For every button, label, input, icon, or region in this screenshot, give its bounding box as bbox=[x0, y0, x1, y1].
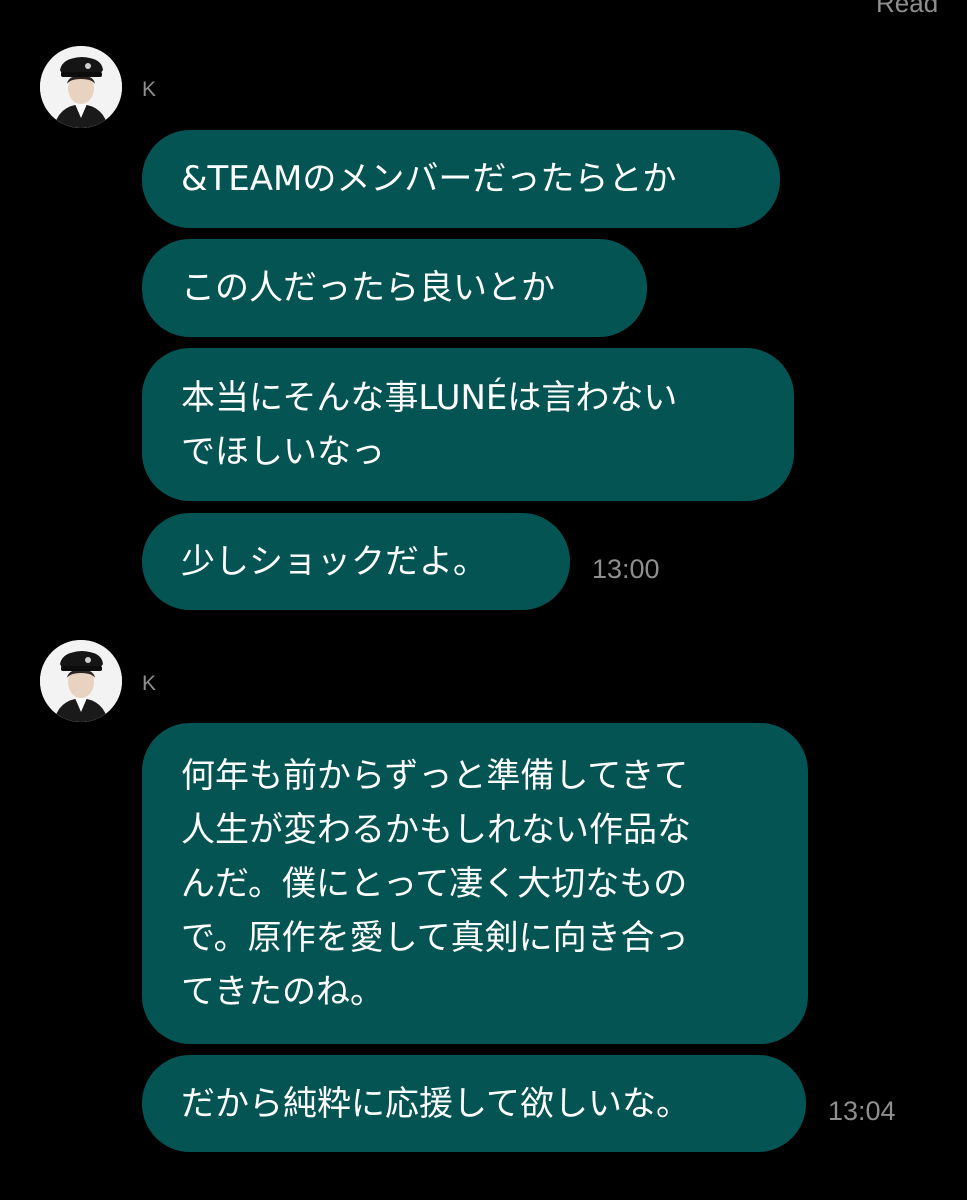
message-timestamp: 13:00 bbox=[592, 554, 660, 584]
read-receipt: Read bbox=[876, 0, 939, 18]
sender-avatar[interactable] bbox=[40, 46, 122, 128]
sender-name: K bbox=[142, 672, 157, 695]
message-bubble[interactable]: この人だったら良いとか bbox=[142, 239, 647, 337]
message-bubble[interactable]: 本当にそんな事LUNÉは言わない でほしいなっ bbox=[142, 348, 794, 501]
sender-avatar[interactable] bbox=[40, 640, 122, 722]
sender-name: K bbox=[142, 78, 157, 101]
message-bubble[interactable]: 何年も前からずっと準備してきて 人生が変わるかもしれない作品な んだ。僕にとって… bbox=[142, 723, 808, 1044]
message-bubble[interactable]: 少しショックだよ。 bbox=[142, 513, 570, 610]
message-bubble[interactable]: だから純粋に応援して欲しいな。 bbox=[142, 1055, 806, 1152]
avatar-photo-icon bbox=[40, 640, 122, 722]
avatar-photo-icon bbox=[40, 46, 122, 128]
message-bubble[interactable]: &TEAMのメンバーだったらとか bbox=[142, 130, 780, 228]
message-timestamp: 13:04 bbox=[828, 1096, 896, 1126]
